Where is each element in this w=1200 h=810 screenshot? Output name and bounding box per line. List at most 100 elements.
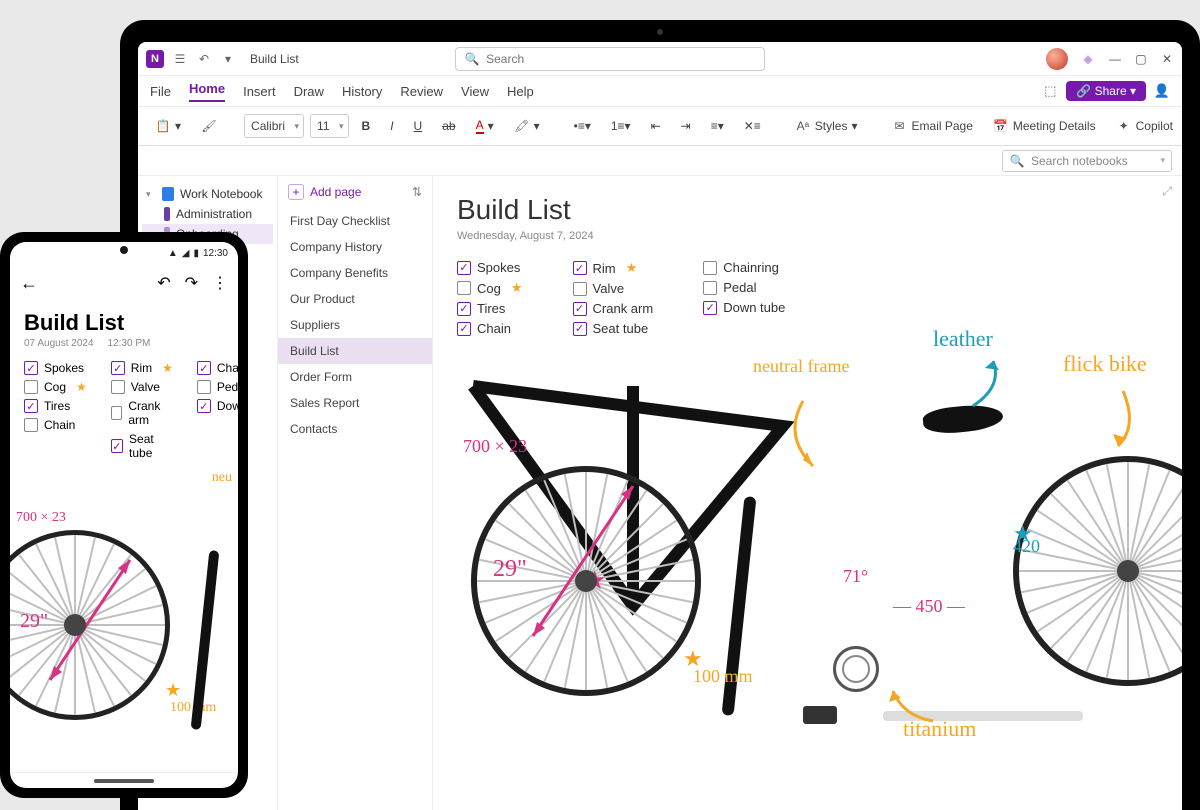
- strike-button[interactable]: ab: [435, 113, 462, 139]
- page-row[interactable]: Suppliers: [278, 312, 432, 338]
- checklist-item[interactable]: ✓Tires: [457, 301, 523, 316]
- italic-button[interactable]: I: [383, 113, 400, 139]
- checklist-item[interactable]: ✓Chai: [197, 361, 238, 375]
- page-row[interactable]: First Day Checklist: [278, 208, 432, 234]
- checklist: ✓Spokes Cog★ ✓Tires ✓Chain ✓Rim★ Valve ✓Crank …: [457, 260, 1158, 336]
- notebook-search[interactable]: 🔍 Search notebooks ▾: [1002, 150, 1172, 172]
- page-row[interactable]: Company History: [278, 234, 432, 260]
- page-row[interactable]: Sales Report: [278, 390, 432, 416]
- checklist-item[interactable]: Pedal: [703, 280, 785, 295]
- checkbox-icon: ✓: [457, 302, 471, 316]
- window-minimize-icon[interactable]: —: [1108, 52, 1122, 66]
- nav-back-icon[interactable]: ☰: [172, 51, 188, 67]
- global-search-input[interactable]: [486, 52, 756, 66]
- sort-icon[interactable]: ⇅: [412, 185, 422, 199]
- number-list-button[interactable]: 1≡▾: [604, 113, 638, 139]
- checklist-item[interactable]: Peda: [197, 380, 238, 394]
- window-close-icon[interactable]: ✕: [1160, 52, 1174, 66]
- checklist-item[interactable]: ✓Rim★: [111, 361, 173, 375]
- format-painter-button[interactable]: 🖌: [194, 113, 224, 139]
- notebook-row[interactable]: ▾ Work Notebook: [142, 184, 273, 204]
- underline-button[interactable]: U: [407, 113, 430, 139]
- expand-icon[interactable]: ⤢: [1162, 184, 1172, 199]
- star-icon: ★: [511, 280, 523, 296]
- checklist-item[interactable]: ✓Seat tube: [111, 432, 173, 460]
- undo-icon[interactable]: ↶: [157, 273, 170, 293]
- font-family-select[interactable]: Calibri: [244, 114, 304, 138]
- account-icon[interactable]: 👤: [1154, 83, 1170, 99]
- redo-icon[interactable]: ▾: [220, 51, 236, 67]
- font-size-select[interactable]: 11: [310, 114, 348, 138]
- paste-button[interactable]: 📋▾: [148, 113, 188, 139]
- checklist-item[interactable]: ✓Dow: [197, 399, 238, 413]
- outdent-button[interactable]: ⇤: [644, 113, 668, 139]
- checklist-item[interactable]: Chain: [24, 418, 87, 432]
- bullet-list-button[interactable]: •≡▾: [567, 113, 598, 139]
- page-title: Build List: [457, 194, 1158, 226]
- search-icon: 🔍: [464, 51, 480, 67]
- checklist-item[interactable]: ✓Tires: [24, 399, 87, 413]
- tab-review[interactable]: Review: [400, 84, 443, 99]
- align-button[interactable]: ≡▾: [704, 113, 731, 139]
- tab-insert[interactable]: Insert: [243, 84, 276, 99]
- tab-home[interactable]: Home: [189, 81, 225, 102]
- checkbox-icon: ✓: [197, 399, 211, 413]
- bike-pedal: [803, 706, 837, 724]
- tab-help[interactable]: Help: [507, 84, 534, 99]
- ann-dim: 700 × 23: [463, 436, 527, 457]
- checklist-item[interactable]: ✓Spokes: [457, 260, 523, 275]
- phone-nav-handle[interactable]: [10, 772, 238, 788]
- ann-leather: leather: [933, 326, 993, 352]
- meeting-details-button[interactable]: 📅Meeting Details: [986, 113, 1103, 139]
- section-administration[interactable]: Administration: [142, 204, 273, 224]
- clear-format-button[interactable]: ✕≡: [737, 113, 768, 139]
- indent-button[interactable]: ⇥: [674, 113, 698, 139]
- fullpage-icon[interactable]: ⬚: [1042, 83, 1058, 99]
- tab-draw[interactable]: Draw: [294, 84, 324, 99]
- checklist-item[interactable]: Valve: [111, 380, 173, 394]
- global-search[interactable]: 🔍: [455, 47, 765, 71]
- checklist-item[interactable]: ✓Down tube: [703, 300, 785, 315]
- checklist-item[interactable]: Valve: [573, 281, 654, 296]
- add-page-button[interactable]: + Add page: [288, 184, 361, 200]
- checkbox-icon: [111, 380, 125, 394]
- highlight-button[interactable]: 🖍▾: [507, 113, 547, 139]
- page-row[interactable]: Order Form: [278, 364, 432, 390]
- tab-view[interactable]: View: [461, 84, 489, 99]
- tab-file[interactable]: File: [150, 84, 171, 99]
- checklist-item[interactable]: ✓Rim★: [573, 260, 654, 276]
- phone-arrow: [40, 550, 160, 700]
- checklist-item[interactable]: ✓Spokes: [24, 361, 87, 375]
- checklist-item[interactable]: ✓Crank arm: [573, 301, 654, 316]
- user-avatar[interactable]: [1046, 48, 1068, 70]
- note-canvas[interactable]: ⤢ Build List Wednesday, August 7, 2024 ✓…: [433, 176, 1182, 810]
- star-icon: ★: [76, 380, 87, 394]
- page-row[interactable]: Our Product: [278, 286, 432, 312]
- page-row[interactable]: Contacts: [278, 416, 432, 442]
- bold-button[interactable]: B: [355, 113, 378, 139]
- diamond-icon[interactable]: ◆: [1080, 51, 1096, 67]
- redo-icon[interactable]: ↷: [185, 273, 198, 293]
- font-color-button[interactable]: A▾: [469, 113, 501, 139]
- overflow-icon[interactable]: ⋮: [212, 273, 228, 293]
- undo-icon[interactable]: ↶: [196, 51, 212, 67]
- checklist-item[interactable]: ✓Chain: [457, 321, 523, 336]
- back-icon[interactable]: ←: [20, 273, 38, 294]
- chevron-down-icon: ▾: [146, 189, 156, 200]
- tab-history[interactable]: History: [342, 84, 382, 99]
- checkbox-icon: ✓: [111, 361, 125, 375]
- share-button[interactable]: 🔗 Share ▾: [1066, 81, 1146, 101]
- checklist-item[interactable]: Cog★: [24, 380, 87, 394]
- checklist-item[interactable]: Chainring: [703, 260, 785, 275]
- ribbon: 📋▾ 🖌 Calibri 11 B I U ab A▾ 🖍▾ •≡▾ 1≡▾ ⇤…: [138, 106, 1182, 146]
- styles-button[interactable]: AᵃStyles▾: [788, 113, 865, 139]
- window-maximize-icon[interactable]: ▢: [1134, 52, 1148, 66]
- copilot-button[interactable]: ✦Copilot: [1109, 113, 1180, 139]
- email-page-button[interactable]: ✉Email Page: [885, 113, 980, 139]
- menu-tabs: File Home Insert Draw History Review Vie…: [138, 76, 1182, 106]
- page-row[interactable]: Build List: [278, 338, 432, 364]
- checklist-item[interactable]: Crank arm: [111, 399, 173, 427]
- checklist-item[interactable]: ✓Seat tube: [573, 321, 654, 336]
- checklist-item[interactable]: Cog★: [457, 280, 523, 296]
- page-row[interactable]: Company Benefits: [278, 260, 432, 286]
